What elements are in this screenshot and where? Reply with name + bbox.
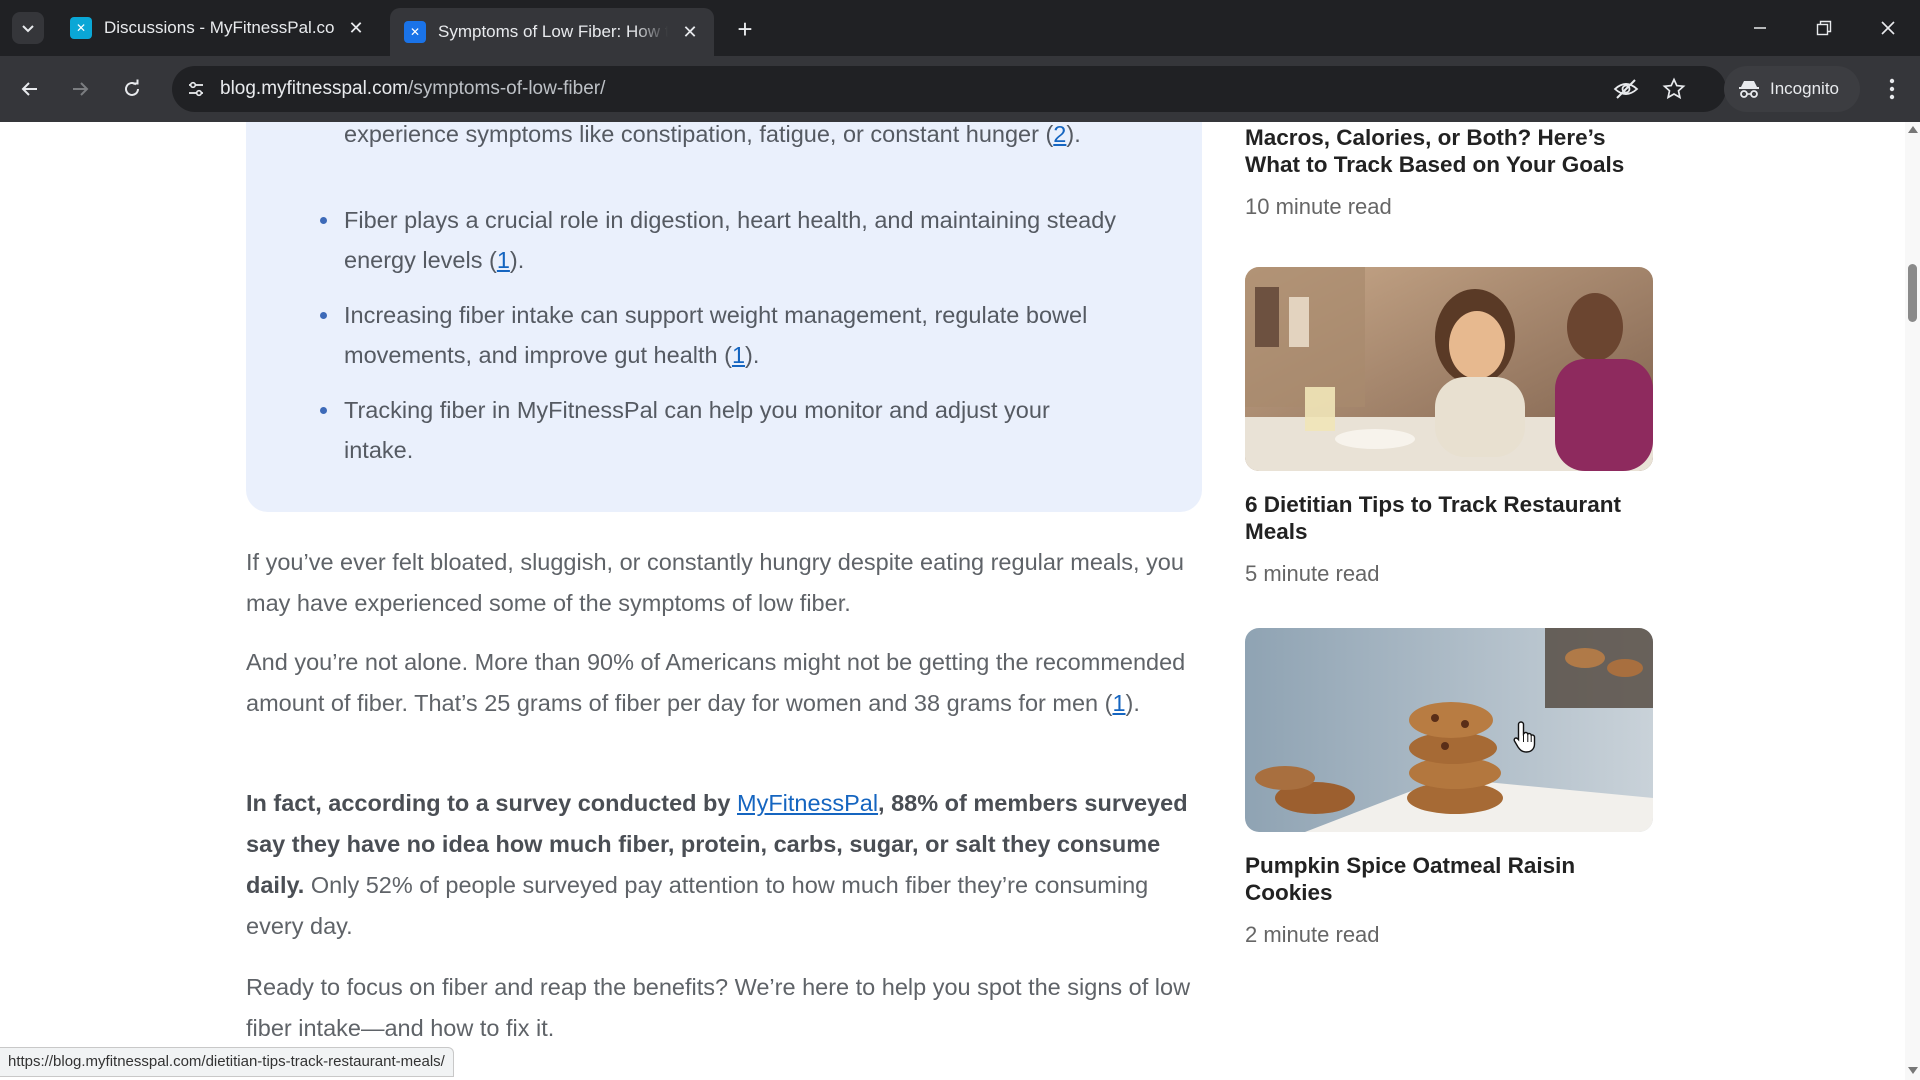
- takeaway-item: Fiber plays a crucial role in digestion,…: [320, 200, 1124, 280]
- arrow-left-icon: [21, 82, 37, 96]
- chevron-down-icon: [22, 25, 34, 33]
- tab-title: Discussions - MyFitnessPal.com: [104, 18, 334, 37]
- scroll-up-arrow-icon[interactable]: [1908, 126, 1918, 133]
- cookies-image[interactable]: [1245, 628, 1653, 832]
- new-tab-button[interactable]: +: [730, 14, 760, 44]
- incognito-indicator[interactable]: Incognito: [1724, 66, 1860, 112]
- read-time: 2 minute read: [1245, 922, 1380, 947]
- read-time: 10 minute read: [1245, 194, 1392, 219]
- restaurant-photo-icon: [1245, 267, 1653, 471]
- star-icon: [1662, 77, 1686, 100]
- tab-close-icon[interactable]: ✕: [678, 20, 702, 44]
- scroll-down-arrow-icon[interactable]: [1908, 1067, 1918, 1074]
- restore-button[interactable]: [1804, 8, 1844, 48]
- browser-toolbar: blog.myfitnesspal.com/symptoms-of-low-fi…: [0, 56, 1920, 122]
- takeaway-text-end: ).: [509, 247, 525, 273]
- takeaway-text-end: ).: [1066, 122, 1081, 147]
- tracking-protection-button[interactable]: [1612, 75, 1640, 103]
- back-button[interactable]: [12, 71, 48, 107]
- article-paragraph-stats: And you’re not alone. More than 90% of A…: [246, 642, 1206, 724]
- article-paragraph-survey: In fact, according to a survey conducted…: [246, 783, 1206, 947]
- browser-menu-button[interactable]: [1874, 71, 1910, 107]
- takeaway-item-partial: experience symptoms like constipation, f…: [344, 122, 1124, 154]
- url-path: /symptoms-of-low-fiber/: [407, 78, 606, 99]
- read-time: 5 minute read: [1245, 561, 1380, 586]
- close-icon: [1881, 21, 1895, 35]
- takeaway-text-end: ).: [745, 342, 760, 368]
- link-status-bubble: https://blog.myfitnesspal.com/dietitian-…: [0, 1047, 454, 1077]
- takeaway-text: Fiber plays a crucial role in digestion,…: [344, 207, 1117, 273]
- survey-rest-text: Only 52% of people surveyed pay attentio…: [246, 872, 1149, 939]
- tab-title: Symptoms of Low Fiber: How to Fix It: [438, 22, 668, 41]
- myfitnesspal-link[interactable]: MyFitnessPal: [737, 790, 878, 816]
- eye-off-icon: [1613, 79, 1639, 99]
- related-article-title[interactable]: Pumpkin Spice Oatmeal Raisin Cookies: [1245, 852, 1657, 906]
- related-article-title[interactable]: Macros, Calories, or Both? Here’s What t…: [1245, 124, 1657, 178]
- citation-link[interactable]: 1: [1112, 690, 1125, 716]
- restaurant-meal-image[interactable]: [1245, 267, 1653, 471]
- hand-cursor-icon: [1513, 721, 1536, 753]
- paragraph-text-end: ).: [1125, 690, 1140, 716]
- cookies-photo-icon: [1245, 628, 1653, 832]
- takeaway-text: Tracking fiber in MyFitnessPal can help …: [344, 397, 1050, 463]
- incognito-icon: [1739, 81, 1759, 98]
- url-host: blog.myfitnesspal.com: [220, 78, 408, 99]
- tab-symptoms-low-fiber[interactable]: ✕ Symptoms of Low Fiber: How to Fix It ✕: [390, 8, 714, 56]
- takeaway-text: Increasing fiber intake can support weig…: [344, 302, 1088, 368]
- arrow-right-icon: [73, 82, 89, 96]
- takeaway-item: Increasing fiber intake can support weig…: [320, 295, 1124, 375]
- minimize-button[interactable]: [1740, 8, 1780, 48]
- tab-close-icon[interactable]: ✕: [344, 16, 368, 40]
- citation-link[interactable]: 1: [497, 247, 510, 273]
- citation-link[interactable]: 2: [1053, 122, 1066, 147]
- tab-discussions[interactable]: ✕ Discussions - MyFitnessPal.com ✕: [56, 8, 380, 48]
- related-article-card[interactable]: Macros, Calories, or Both? Here’s What t…: [1245, 122, 1657, 220]
- site-info-button[interactable]: [180, 73, 212, 105]
- tune-icon: [189, 81, 203, 97]
- related-article-title[interactable]: 6 Dietitian Tips to Track Restaurant Mea…: [1245, 491, 1657, 545]
- article-paragraph-cta: Ready to focus on fiber and reap the ben…: [246, 974, 1191, 1041]
- tab-search-button[interactable]: [12, 12, 44, 44]
- reload-button[interactable]: [114, 71, 150, 107]
- article-paragraph-intro: If you’ve ever felt bloated, sluggish, o…: [246, 549, 1184, 616]
- takeaway-item: Tracking fiber in MyFitnessPal can help …: [320, 390, 1124, 470]
- more-vertical-icon: [1889, 78, 1895, 100]
- key-takeaways-box: experience symptoms like constipation, f…: [246, 122, 1202, 512]
- reload-icon: [125, 79, 139, 96]
- minimize-icon: [1754, 27, 1766, 29]
- survey-bold-text: In fact, according to a survey conducted…: [246, 790, 737, 816]
- incognito-label: Incognito: [1770, 79, 1839, 98]
- takeaway-text: experience symptoms like constipation, f…: [344, 122, 1054, 147]
- page-viewport: experience symptoms like constipation, f…: [0, 122, 1905, 1080]
- close-window-button[interactable]: [1868, 8, 1908, 48]
- address-bar[interactable]: blog.myfitnesspal.com/symptoms-of-low-fi…: [172, 66, 1726, 112]
- paragraph-text: And you’re not alone. More than 90% of A…: [246, 649, 1186, 716]
- page-scrollbar[interactable]: [1905, 122, 1920, 1080]
- related-article-card[interactable]: 6 Dietitian Tips to Track Restaurant Mea…: [1245, 267, 1657, 587]
- bookmark-button[interactable]: [1660, 75, 1688, 103]
- restore-icon: [1816, 20, 1832, 36]
- myfitnesspal-favicon-icon: ✕: [404, 21, 426, 43]
- citation-link[interactable]: 1: [732, 342, 745, 368]
- scroll-thumb[interactable]: [1908, 264, 1917, 322]
- related-article-card[interactable]: Pumpkin Spice Oatmeal Raisin Cookies 2 m…: [1245, 628, 1657, 948]
- myfitnesspal-favicon-icon: ✕: [70, 17, 92, 39]
- url-text: blog.myfitnesspal.com/symptoms-of-low-fi…: [220, 78, 605, 100]
- tab-strip: ✕ Discussions - MyFitnessPal.com ✕ ✕ Sym…: [0, 0, 1920, 56]
- forward-button[interactable]: [62, 71, 98, 107]
